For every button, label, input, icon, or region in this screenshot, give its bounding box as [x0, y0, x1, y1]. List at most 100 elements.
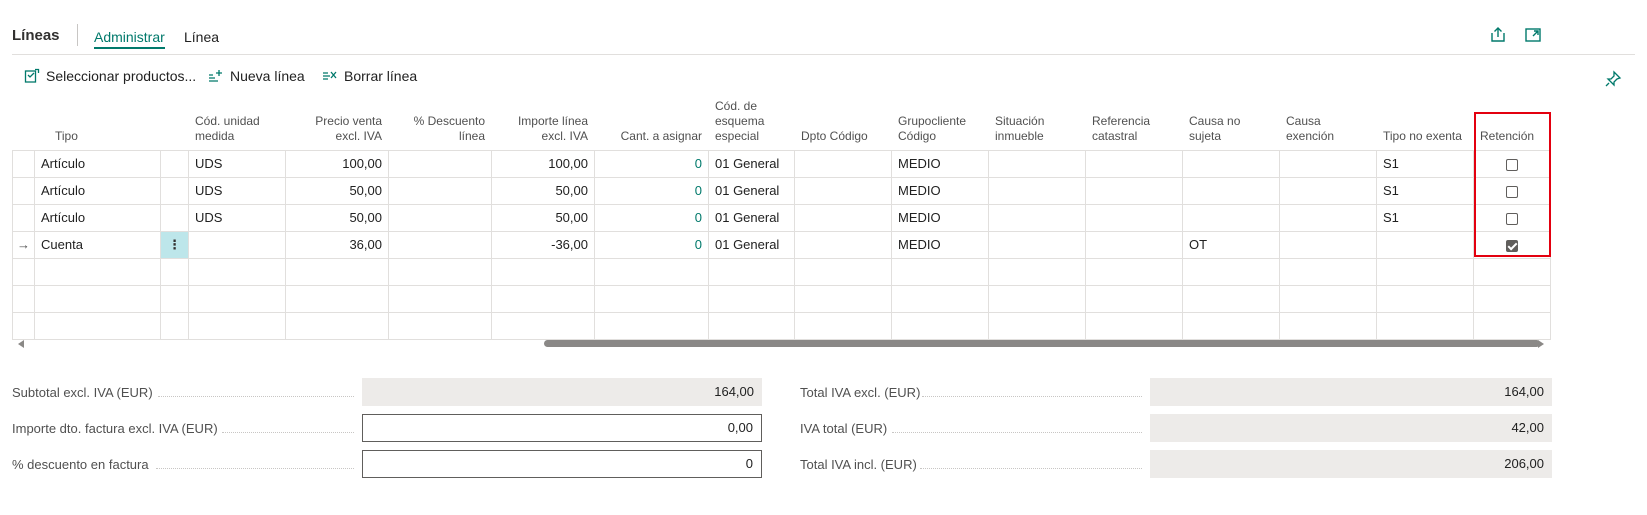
expand-icon[interactable]	[1524, 26, 1542, 44]
col-header-grupo[interactable]: Grupocliente Código	[891, 98, 989, 151]
cell-tipo[interactable]	[34, 284, 161, 313]
cell-grupo[interactable]	[891, 257, 989, 286]
cell-cant[interactable]: 0	[594, 203, 709, 232]
cell-descuento[interactable]	[388, 176, 492, 205]
cell-dpto[interactable]	[794, 149, 892, 178]
cell-tipo[interactable]	[34, 257, 161, 286]
col-header-causa-ex[interactable]: Causa exención	[1279, 98, 1377, 151]
cell-precio[interactable]: 50,00	[285, 203, 389, 232]
cell-importe[interactable]	[491, 257, 595, 286]
cell-descuento[interactable]	[388, 230, 492, 259]
cell-causa-no[interactable]	[1182, 257, 1280, 286]
cell-importe[interactable]	[491, 311, 595, 340]
cell-precio[interactable]	[285, 311, 389, 340]
cell-causa-ex[interactable]	[1279, 257, 1377, 286]
cell-unidad[interactable]: UDS	[188, 149, 286, 178]
cell-importe[interactable]: 50,00	[491, 203, 595, 232]
cell-dpto[interactable]	[794, 311, 892, 340]
cell-referencia[interactable]	[1085, 257, 1183, 286]
cell-importe[interactable]	[491, 284, 595, 313]
cell-dpto[interactable]	[794, 257, 892, 286]
cell-cant[interactable]	[594, 257, 709, 286]
col-header-causa-no[interactable]: Causa no sujeta	[1182, 98, 1280, 151]
cell-dpto[interactable]	[794, 284, 892, 313]
cell-tipo[interactable]: Artículo	[34, 149, 161, 178]
select-products-button[interactable]: Seleccionar productos...	[24, 68, 196, 84]
row-selector[interactable]	[12, 311, 35, 340]
cell-tipo-no[interactable]: S1	[1376, 176, 1474, 205]
row-selector[interactable]	[12, 203, 35, 232]
cell-grupo[interactable]: MEDIO	[891, 230, 989, 259]
row-menu-cell[interactable]	[160, 149, 189, 178]
cell-tipo[interactable]: Cuenta	[34, 230, 161, 259]
cell-causa-no[interactable]	[1182, 149, 1280, 178]
cell-esquema[interactable]: 01 General	[708, 149, 795, 178]
cell-precio[interactable]	[285, 284, 389, 313]
cell-referencia[interactable]	[1085, 203, 1183, 232]
empty-table-row[interactable]	[12, 284, 1551, 313]
cell-tipo-no[interactable]	[1376, 230, 1474, 259]
cell-tipo[interactable]: Artículo	[34, 203, 161, 232]
cell-tipo-no[interactable]	[1376, 257, 1474, 286]
cell-precio[interactable]: 50,00	[285, 176, 389, 205]
cell-situacion[interactable]	[988, 284, 1086, 313]
cell-situacion[interactable]	[988, 257, 1086, 286]
cell-grupo[interactable]: MEDIO	[891, 149, 989, 178]
cell-situacion[interactable]	[988, 203, 1086, 232]
delete-line-button[interactable]: Borrar línea	[322, 68, 417, 84]
cell-descuento[interactable]	[388, 311, 492, 340]
cell-cant[interactable]	[594, 311, 709, 340]
cell-descuento[interactable]	[388, 257, 492, 286]
share-icon[interactable]	[1489, 26, 1507, 44]
cell-esquema[interactable]	[708, 284, 795, 313]
invoice-discount-input[interactable]: 0,00	[362, 414, 762, 442]
cell-dpto[interactable]	[794, 230, 892, 259]
table-row[interactable]: Artículo UDS 50,00 50,00 0 01 General MEDIO S1	[12, 203, 1551, 232]
col-header-esquema[interactable]: Cód. de esquema especial	[708, 98, 795, 151]
pin-icon[interactable]	[1604, 70, 1622, 88]
cell-esquema[interactable]	[708, 311, 795, 340]
cell-cant[interactable]: 0	[594, 230, 709, 259]
row-selector[interactable]	[12, 284, 35, 313]
cell-importe[interactable]: 50,00	[491, 176, 595, 205]
row-actions-menu[interactable]: ⋮	[160, 230, 189, 259]
cell-tipo[interactable]: Artículo	[34, 176, 161, 205]
row-menu-cell[interactable]	[160, 311, 189, 340]
cell-tipo-no[interactable]: S1	[1376, 203, 1474, 232]
col-header-tipo-no[interactable]: Tipo no exenta	[1376, 98, 1474, 151]
cell-tipo[interactable]	[34, 311, 161, 340]
cell-situacion[interactable]	[988, 176, 1086, 205]
col-header-importe[interactable]: Importe línea excl. IVA	[491, 98, 595, 151]
cell-importe[interactable]: 100,00	[491, 149, 595, 178]
col-header-situacion[interactable]: Situación inmueble	[988, 98, 1086, 151]
scroll-right-icon[interactable]	[1538, 340, 1544, 348]
cell-causa-no[interactable]	[1182, 176, 1280, 205]
scrollbar-thumb[interactable]	[544, 340, 1540, 347]
cell-situacion[interactable]	[988, 230, 1086, 259]
cell-unidad[interactable]	[188, 311, 286, 340]
cell-situacion[interactable]	[988, 149, 1086, 178]
cell-unidad[interactable]	[188, 284, 286, 313]
cell-precio[interactable]: 100,00	[285, 149, 389, 178]
cell-unidad[interactable]: UDS	[188, 203, 286, 232]
cell-referencia[interactable]	[1085, 311, 1183, 340]
cell-precio[interactable]: 36,00	[285, 230, 389, 259]
cell-grupo[interactable]: MEDIO	[891, 176, 989, 205]
cell-cant[interactable]: 0	[594, 176, 709, 205]
row-menu-cell[interactable]	[160, 284, 189, 313]
row-selector[interactable]	[12, 149, 35, 178]
scroll-left-icon[interactable]	[18, 340, 24, 348]
row-menu-cell[interactable]	[160, 176, 189, 205]
cell-referencia[interactable]	[1085, 176, 1183, 205]
cell-tipo-no[interactable]	[1376, 284, 1474, 313]
cell-esquema[interactable]: 01 General	[708, 203, 795, 232]
col-header-precio[interactable]: Precio venta excl. IVA	[285, 98, 389, 151]
horizontal-scrollbar[interactable]	[12, 338, 1552, 352]
cell-causa-no[interactable]	[1182, 284, 1280, 313]
cell-descuento[interactable]	[388, 149, 492, 178]
cell-cant[interactable]	[594, 284, 709, 313]
row-menu-cell[interactable]	[160, 257, 189, 286]
cell-cant[interactable]: 0	[594, 149, 709, 178]
cell-descuento[interactable]	[388, 284, 492, 313]
new-line-button[interactable]: Nueva línea	[208, 68, 305, 84]
